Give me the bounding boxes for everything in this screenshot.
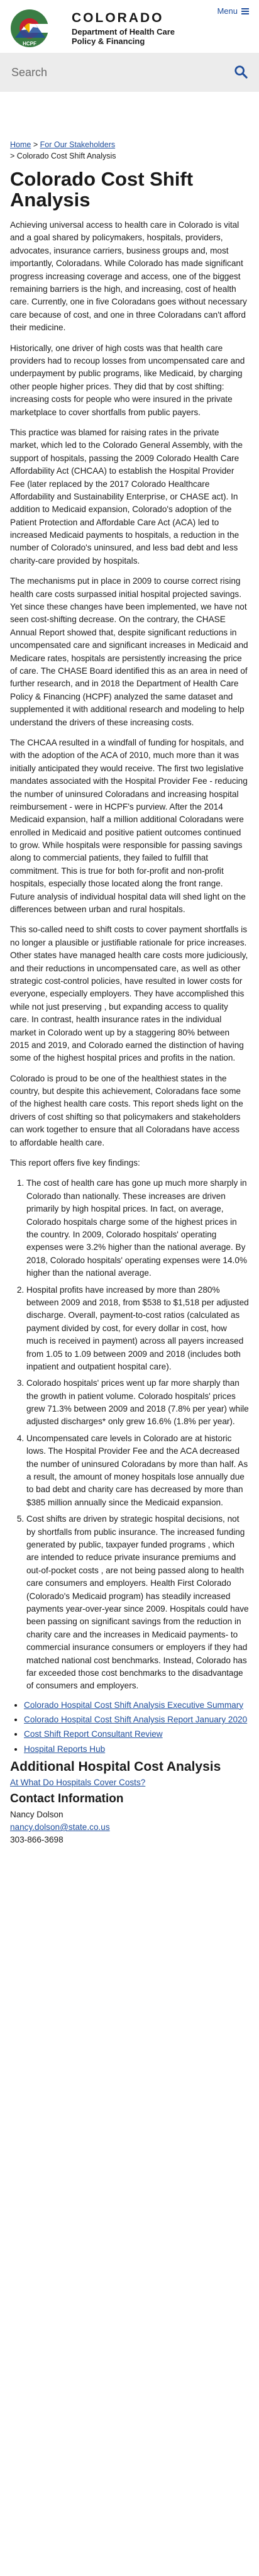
breadcrumb-home-link[interactable]: Home (10, 140, 31, 149)
list-item: Hospital Reports Hub (24, 1743, 249, 1756)
search-icon[interactable] (234, 65, 248, 79)
site-header: Menu HCPF COLORADO Department of Health … (0, 0, 259, 53)
menu-button[interactable]: Menu (217, 6, 249, 16)
proud-paragraph: Colorado is proud to be one of the healt… (10, 1073, 243, 1147)
menu-label: Menu (217, 6, 238, 16)
contact-heading: Contact Information (10, 1792, 124, 1806)
breadcrumb-separator: > (10, 151, 15, 160)
list-item: Cost Shift Report Consultant Review (24, 1728, 249, 1741)
consultant-review-link[interactable]: Cost Shift Report Consultant Review (24, 1729, 163, 1739)
legislation-paragraph: This practice was blamed for raising rat… (10, 427, 243, 566)
breadcrumb: Home > For Our Stakeholders > Colorado C… (10, 140, 249, 162)
site-logo[interactable]: HCPF COLORADO Department of Health Care … (10, 9, 175, 48)
svg-text:HCPF: HCPF (23, 41, 36, 47)
colorado-hcpf-logo-icon: HCPF (11, 9, 48, 47)
logo-state-name: COLORADO (72, 10, 164, 25)
history-paragraph: Historically, one driver of high costs w… (10, 343, 245, 417)
hamburger-icon (241, 8, 249, 14)
search-input[interactable] (10, 65, 249, 80)
chcaa-paragraph: The CHCAA resulted in a windfall of fund… (10, 737, 248, 915)
breadcrumb-separator: > (33, 140, 38, 149)
logo-department-line2: Policy & Financing (72, 36, 145, 46)
executive-summary-link[interactable]: Colorado Hospital Cost Shift Analysis Ex… (24, 1700, 243, 1710)
additional-analysis-heading: Additional Hospital Cost Analysis (10, 1759, 221, 1775)
finding-item: Uncompensated care levels in Colorado ar… (26, 1432, 249, 1509)
finding-item: The cost of health care has gone up much… (26, 1177, 249, 1280)
finding-item: Colorado hospitals' prices went up far m… (26, 1377, 249, 1429)
contact-name: Nancy Dolson (10, 1810, 63, 1820)
findings-intro: This report offers five key findings: (10, 1158, 140, 1168)
breadcrumb-stakeholders-link[interactable]: For Our Stakeholders (40, 140, 116, 149)
contact-block: Nancy Dolson nancy.dolson@state.co.us 30… (10, 1809, 249, 1846)
finding-item: Hospital profits have increased by more … (26, 1284, 249, 1374)
cover-costs-link[interactable]: At What Do Hospitals Cover Costs? (10, 1778, 145, 1787)
page-title: Colorado Cost Shift Analysis (10, 168, 194, 211)
search-bar (0, 53, 259, 92)
hospital-reports-hub-link[interactable]: Hospital Reports Hub (24, 1744, 105, 1754)
intro-paragraph: Achieving universal access to health car… (10, 220, 247, 333)
report-january-2020-link[interactable]: Colorado Hospital Cost Shift Analysis Re… (24, 1715, 247, 1724)
rationale-paragraph: This so-called need to shift costs to co… (10, 925, 248, 1063)
finding-item: Cost shifts are driven by strategic hosp… (26, 1513, 249, 1692)
logo-department-line1: Department of Health Care (72, 26, 175, 36)
mechanisms-paragraph: The mechanisms put in place in 2009 to c… (10, 576, 248, 727)
main-content: Home > For Our Stakeholders > Colorado C… (0, 92, 259, 1846)
list-item: Colorado Hospital Cost Shift Analysis Ex… (24, 1699, 249, 1712)
contact-phone: 303-866-3698 (10, 1834, 63, 1844)
contact-email-link[interactable]: nancy.dolson@state.co.us (10, 1822, 110, 1832)
list-item: Colorado Hospital Cost Shift Analysis Re… (24, 1714, 249, 1726)
findings-list: The cost of health care has gone up much… (10, 1177, 249, 1692)
report-links-list: Colorado Hospital Cost Shift Analysis Ex… (10, 1699, 249, 1756)
breadcrumb-current: Colorado Cost Shift Analysis (16, 151, 116, 160)
